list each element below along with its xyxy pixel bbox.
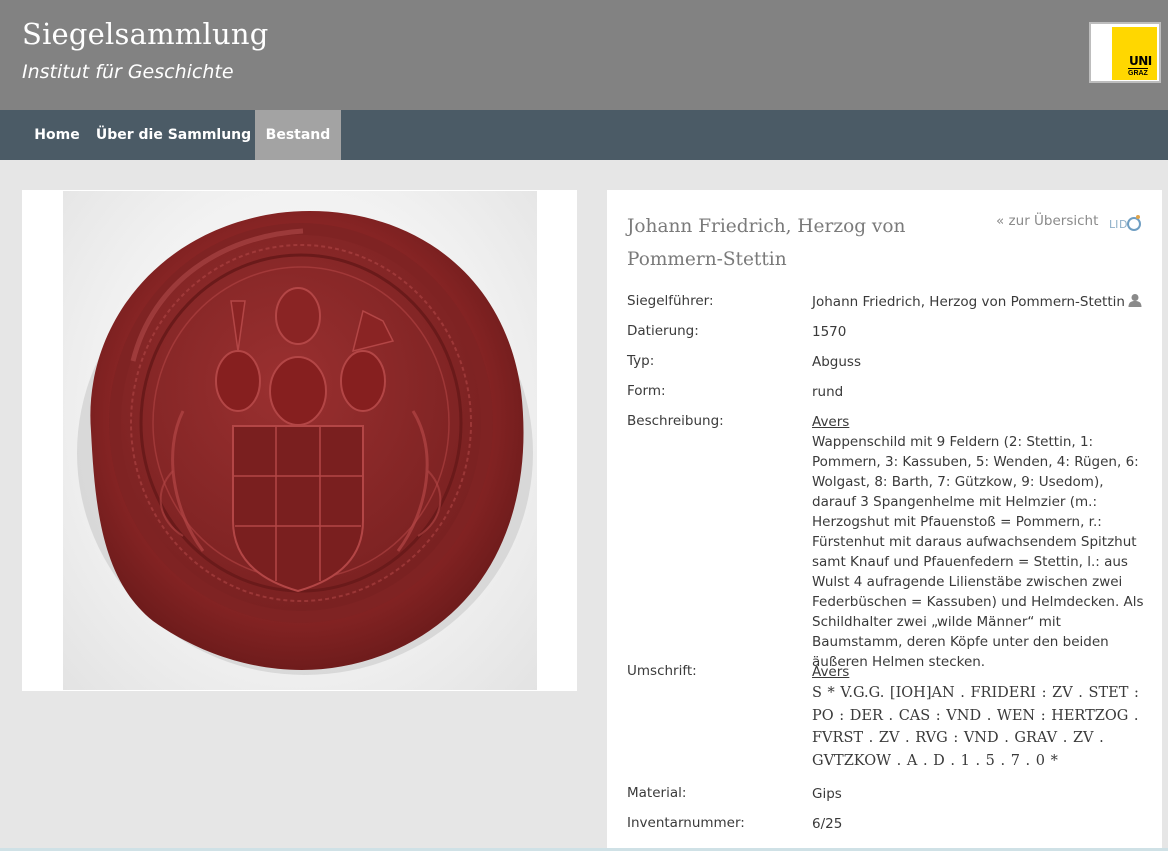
- site-header: Siegelsammlung Institut für Geschichte U…: [0, 0, 1168, 110]
- umschrift-text: S * V.G.G. [IOH]AN . FRIDERI : ZV . STET…: [812, 685, 1139, 769]
- nav-item-home[interactable]: Home: [22, 110, 92, 160]
- beschreibung-text: Wappenschild mit 9 Feldern (2: Stettin, …: [812, 434, 1144, 670]
- site-title[interactable]: Siegelsammlung: [22, 17, 268, 51]
- person-icon[interactable]: [1128, 293, 1142, 313]
- typ-label: Typ:: [627, 353, 655, 369]
- lido-icon[interactable]: LI D: [1109, 213, 1141, 233]
- svg-text:LI: LI: [1109, 218, 1118, 231]
- record-detail-panel: Johann Friedrich, Herzog von Pommern-Ste…: [607, 190, 1162, 851]
- svg-text:D: D: [1119, 218, 1127, 231]
- umschrift-value: Avers S * V.G.G. [IOH]AN . FRIDERI : ZV …: [812, 662, 1147, 772]
- material-value: Gips: [812, 786, 842, 802]
- form-value: rund: [812, 384, 844, 400]
- typ-value: Abguss: [812, 354, 861, 370]
- back-to-overview-link[interactable]: « zur Übersicht: [996, 213, 1098, 229]
- site-subtitle: Institut für Geschichte: [22, 61, 234, 83]
- seal-photo[interactable]: [63, 191, 537, 690]
- main-navigation: Home Über die Sammlung Bestand: [0, 110, 1168, 160]
- umschrift-side-label: Avers: [812, 664, 850, 680]
- siegelfuehrer-label: Siegelführer:: [627, 293, 714, 309]
- record-title: Johann Friedrich, Herzog von Pommern-Ste…: [627, 216, 906, 270]
- siegelfuehrer-text[interactable]: Johann Friedrich, Herzog von Pommern-Ste…: [812, 294, 1125, 310]
- logo-uni-text: UNI: [1129, 54, 1152, 68]
- inventarnummer-value: 6/25: [812, 816, 843, 832]
- material-label: Material:: [627, 785, 687, 801]
- red-wax-seal-image: [77, 211, 533, 675]
- seal-image-panel: [22, 190, 577, 691]
- siegelfuehrer-value: Johann Friedrich, Herzog von Pommern-Ste…: [812, 292, 1147, 313]
- nav-item-ueber-die-sammlung[interactable]: Über die Sammlung: [92, 110, 255, 160]
- form-label: Form:: [627, 383, 666, 399]
- datierung-label: Datierung:: [627, 323, 699, 339]
- umschrift-label: Umschrift:: [627, 663, 697, 679]
- uni-graz-logo[interactable]: UNI GRAZ: [1089, 22, 1161, 83]
- logo-graz-text: GRAZ: [1128, 68, 1148, 77]
- inventarnummer-label: Inventarnummer:: [627, 815, 745, 831]
- datierung-value: 1570: [812, 324, 847, 340]
- nav-item-bestand[interactable]: Bestand: [255, 110, 341, 160]
- logo-white-block: [1094, 27, 1112, 80]
- beschreibung-label: Beschreibung:: [627, 413, 724, 429]
- beschreibung-side-label: Avers: [812, 414, 850, 430]
- beschreibung-value: Avers Wappenschild mit 9 Feldern (2: Ste…: [812, 412, 1147, 672]
